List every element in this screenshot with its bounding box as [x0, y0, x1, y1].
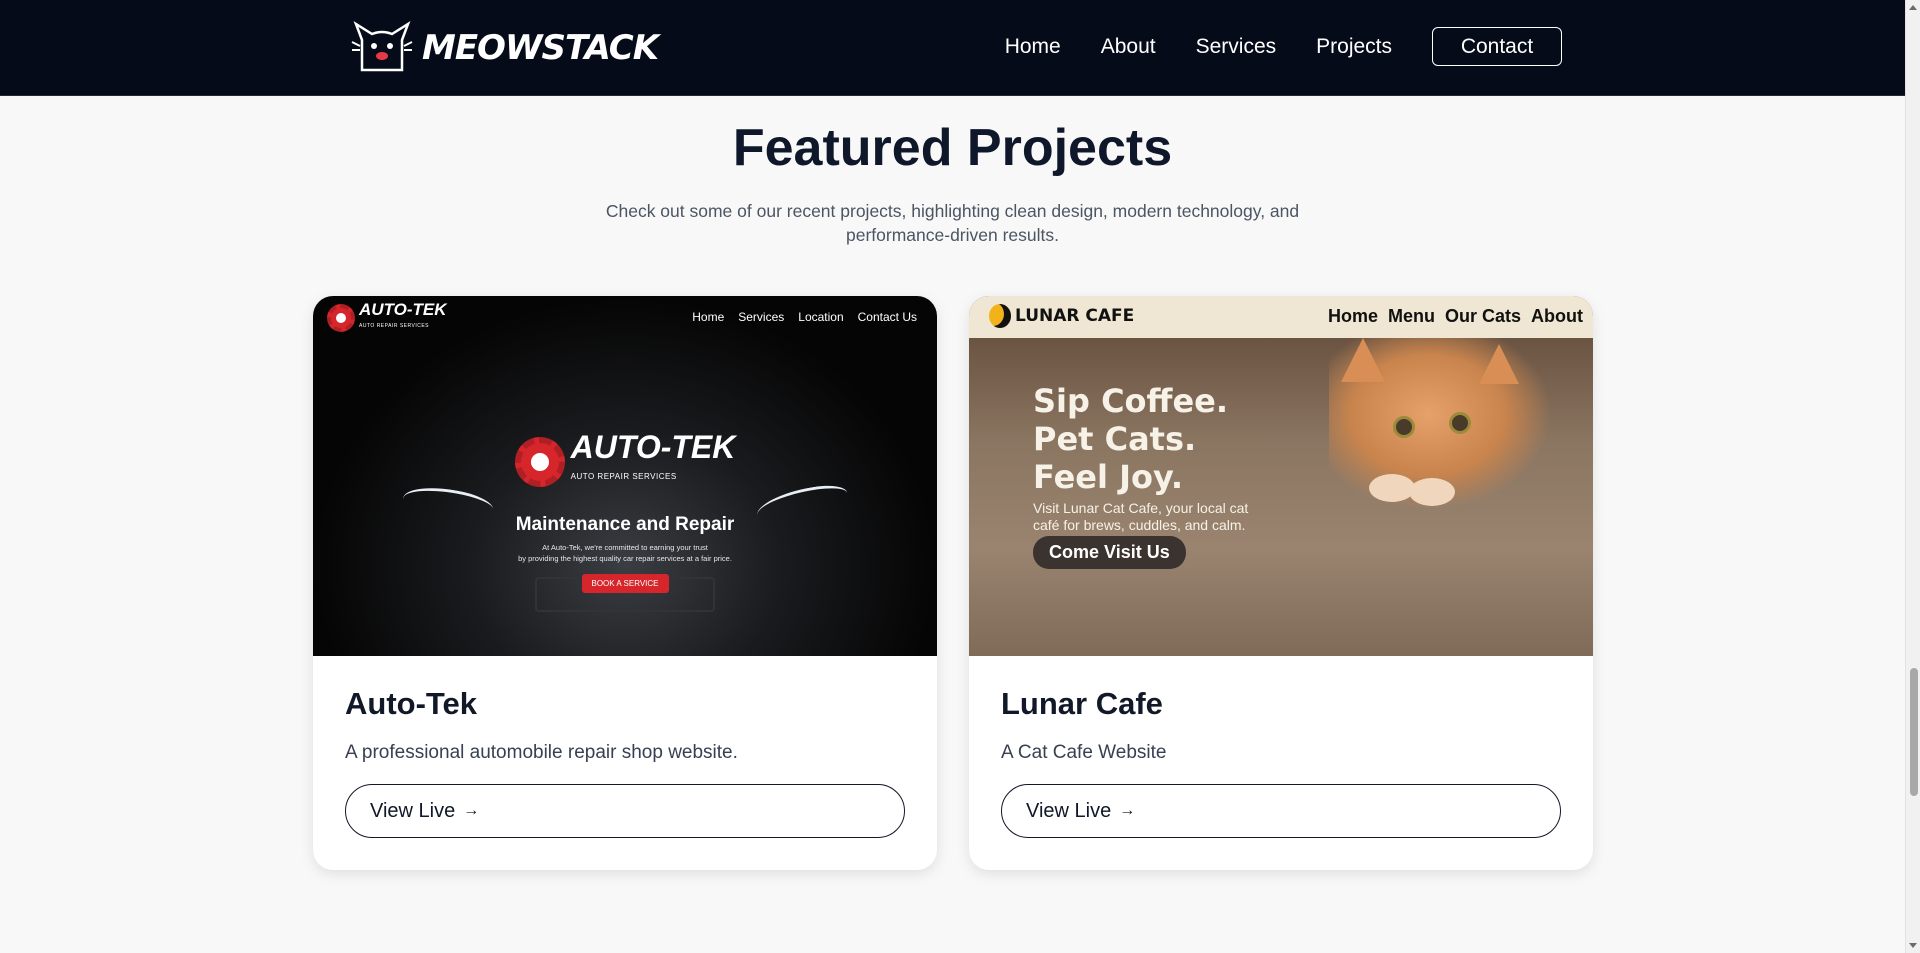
auto-tek-thumb-hero-brand-sub: AUTO REPAIR SERVICES [570, 472, 677, 481]
lunar-thumb-nav-about: About [1531, 306, 1583, 326]
auto-tek-thumb-nav-contact: Contact Us [857, 310, 917, 324]
lunar-thumb-heading-3: Feel Joy. [1033, 458, 1184, 496]
kitten-paw [1409, 478, 1455, 506]
section-subtitle: Check out some of our recent projects, h… [605, 201, 1300, 245]
view-live-button[interactable]: View Live → [1001, 784, 1561, 838]
auto-tek-thumb-nav-services: Services [738, 310, 785, 324]
project-title: Auto-Tek [345, 686, 478, 721]
lunar-thumb-nav-cats: Our Cats [1444, 306, 1522, 326]
main-nav: Home About Services Projects Contact [1005, 27, 1562, 66]
view-live-button[interactable]: View Live → [345, 784, 905, 838]
moon-icon [989, 304, 1011, 328]
auto-tek-thumb-brand: AUTO-TEK [359, 300, 447, 319]
cat-logo-icon [351, 20, 413, 72]
kitten-paw [1369, 474, 1415, 502]
kitten-eye [1393, 416, 1415, 438]
nav-link-projects[interactable]: Projects [1316, 35, 1392, 59]
view-live-label: View Live [370, 799, 456, 822]
project-title: Lunar Cafe [1001, 686, 1163, 721]
lunar-thumb-navbar: LUNAR CAFE Home Menu Our Cats About [969, 296, 1593, 338]
arrow-right-icon: → [1119, 802, 1136, 819]
scroll-up-icon[interactable] [1909, 5, 1917, 10]
lunar-thumb-heading: Sip Coffee. Pet Cats. Feel Joy. [1033, 382, 1228, 496]
project-card-lunar-cafe: LUNAR CAFE Home Menu Our Cats About Sip … [969, 296, 1593, 870]
auto-tek-thumb-hero-brand: AUTO-TEK [570, 429, 736, 465]
arrow-right-icon: → [463, 802, 480, 819]
project-thumbnail-auto-tek[interactable]: AUTO-TEK AUTO REPAIR SERVICES Home Servi… [313, 296, 937, 656]
auto-tek-thumb-heading: Maintenance and Repair [515, 514, 735, 535]
gear-icon [514, 437, 565, 487]
auto-tek-thumb-brand-sub: AUTO REPAIR SERVICES [359, 323, 430, 329]
auto-tek-thumb-text-1: At Auto-Tek, we're committed to earning … [542, 543, 708, 552]
lunar-thumb-nav-home: Home [1327, 306, 1378, 326]
contact-button[interactable]: Contact [1432, 27, 1562, 66]
lunar-thumb-cta: Come Visit Us [1033, 536, 1186, 569]
project-thumbnail-lunar-cafe[interactable]: LUNAR CAFE Home Menu Our Cats About Sip … [969, 296, 1593, 656]
gear-icon [327, 304, 355, 332]
auto-tek-thumb-nav: Home Services Location Contact Us [692, 310, 917, 324]
lunar-thumb-text-2: café for brews, cuddles, and calm. [1033, 517, 1246, 533]
brand-logo[interactable]: MEOWSTACK [350, 18, 659, 78]
nav-link-about[interactable]: About [1101, 35, 1156, 59]
scrollbar-thumb[interactable] [1910, 668, 1918, 796]
kitten-eye [1449, 412, 1471, 434]
auto-tek-thumb-logo: AUTO-TEK AUTO REPAIR SERVICES [327, 300, 447, 334]
auto-tek-thumb-nav-home: Home [692, 310, 725, 324]
project-description: A Cat Cafe Website [1001, 742, 1167, 763]
auto-tek-thumb-nav-location: Location [798, 310, 844, 324]
nav-link-services[interactable]: Services [1196, 35, 1277, 59]
project-description: A professional automobile repair shop we… [345, 742, 738, 763]
lunar-thumb-nav-menu: Menu [1387, 306, 1435, 326]
lunar-thumb-heading-2: Pet Cats. [1033, 420, 1197, 458]
lunar-thumb-text-1: Visit Lunar Cat Cafe, your local cat [1033, 500, 1249, 516]
nav-link-home[interactable]: Home [1005, 35, 1061, 59]
lunar-thumb-text: Visit Lunar Cat Cafe, your local cat caf… [1033, 500, 1248, 534]
lunar-thumb-nav: Home Menu Our Cats About [1328, 306, 1583, 327]
auto-tek-thumb-hero: AUTO-TEK AUTO REPAIR SERVICES Maintenanc… [313, 429, 937, 593]
scroll-down-icon[interactable] [1909, 943, 1917, 948]
view-live-label: View Live [1026, 799, 1112, 822]
section-title: Featured Projects [732, 119, 1173, 177]
lunar-thumb-heading-1: Sip Coffee. [1033, 382, 1229, 420]
project-card-auto-tek: AUTO-TEK AUTO REPAIR SERVICES Home Servi… [313, 296, 937, 870]
site-header: MEOWSTACK Home About Services Projects C… [0, 0, 1905, 96]
auto-tek-thumb-text-2: by providing the highest quality car rep… [518, 554, 732, 563]
brand-name: MEOWSTACK [422, 28, 659, 68]
auto-tek-thumb-cta: BOOK A SERVICE [581, 574, 669, 593]
lunar-thumb-brand: LUNAR CAFE [1015, 306, 1135, 326]
page-scrollbar[interactable] [1905, 0, 1920, 953]
